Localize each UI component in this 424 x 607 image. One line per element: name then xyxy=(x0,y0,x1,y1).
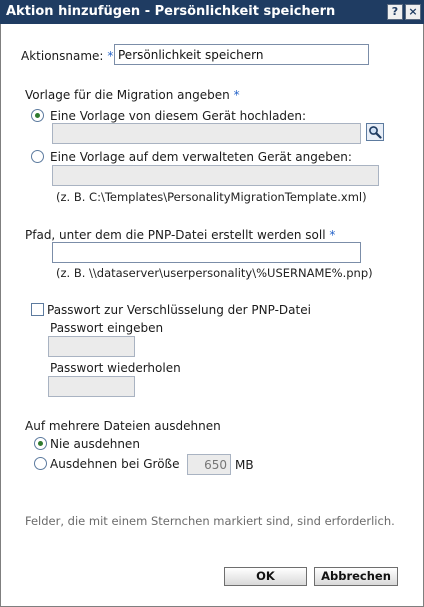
span-size-input[interactable] xyxy=(187,454,231,475)
dialog-title: Aktion hinzufügen - Persönlichkeit speic… xyxy=(6,4,336,19)
password-repeat-label: Passwort wiederholen xyxy=(50,361,181,375)
dialog-titlebar: Aktion hinzufügen - Persönlichkeit speic… xyxy=(0,0,424,24)
pnp-path-label: Pfad, unter dem die PNP-Datei erstellt w… xyxy=(25,228,336,242)
required-fields-note: Felder, die mit einem Sternchen markiert… xyxy=(25,514,395,528)
magnifier-icon xyxy=(369,126,382,139)
password-enter-label: Passwort eingeben xyxy=(50,321,164,335)
span-size-radio[interactable] xyxy=(34,457,47,470)
help-button[interactable]: ? xyxy=(387,4,403,20)
action-name-input[interactable] xyxy=(114,44,369,65)
span-heading: Auf mehrere Dateien ausdehnen xyxy=(25,419,221,433)
template-example-hint: (z. B. C:\Templates\PersonalityMigration… xyxy=(56,190,367,204)
span-never-label: Nie ausdehnen xyxy=(50,437,140,451)
required-asterisk: * xyxy=(233,88,240,102)
password-checkbox[interactable] xyxy=(31,303,44,316)
password-repeat-input[interactable] xyxy=(48,376,135,397)
template-managed-label: Eine Vorlage auf dem verwalteten Gerät a… xyxy=(50,150,352,164)
template-managed-input[interactable] xyxy=(52,165,379,186)
password-enter-input[interactable] xyxy=(48,336,135,357)
pnp-path-input[interactable] xyxy=(52,242,361,263)
password-checkbox-label: Passwort zur Verschlüsselung der PNP-Dat… xyxy=(47,303,311,317)
action-name-label: Aktionsname: * xyxy=(21,49,114,63)
browse-button[interactable] xyxy=(366,123,384,141)
template-upload-label: Eine Vorlage von diesem Gerät hochladen: xyxy=(50,109,307,123)
required-asterisk: * xyxy=(107,49,114,63)
span-size-label: Ausdehnen bei Größe xyxy=(50,457,180,471)
template-upload-radio[interactable] xyxy=(31,109,44,122)
required-asterisk: * xyxy=(329,228,336,242)
template-managed-radio[interactable] xyxy=(31,150,44,163)
template-upload-input[interactable] xyxy=(52,123,361,144)
span-never-radio[interactable] xyxy=(34,437,47,450)
template-heading: Vorlage für die Migration angeben * xyxy=(25,88,240,102)
close-button[interactable]: × xyxy=(405,4,421,20)
pnp-path-example-hint: (z. B. \\dataserver\userpersonality\%USE… xyxy=(56,266,373,280)
ok-button[interactable]: OK xyxy=(224,567,307,586)
cancel-button[interactable]: Abbrechen xyxy=(314,567,398,586)
span-size-unit: MB xyxy=(235,458,254,472)
